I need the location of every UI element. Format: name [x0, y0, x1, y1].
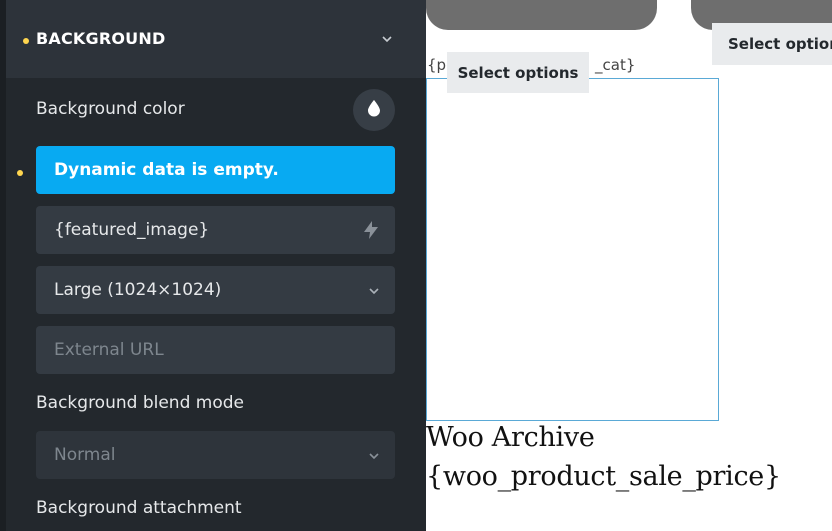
blend-mode-select[interactable]: Normal	[36, 431, 395, 479]
settings-panel: BACKGROUND Background color Dynamic data…	[0, 0, 426, 531]
image-dynamic-field[interactable]: {featured_image}	[36, 206, 395, 254]
color-picker-button[interactable]	[353, 89, 395, 131]
blend-mode-label: Background blend mode	[36, 393, 244, 413]
select-options-button[interactable]: Select options	[712, 23, 832, 65]
featured-image-placeholder[interactable]	[426, 78, 719, 421]
chevron-down-icon	[368, 450, 380, 462]
chevron-down-icon	[368, 285, 380, 297]
external-url-input[interactable]: External URL	[36, 326, 395, 374]
panel-edge	[0, 0, 6, 531]
product-card-top	[426, 0, 657, 30]
sale-price-text: {woo_product_sale_price}	[426, 461, 781, 492]
background-color-label: Background color	[36, 99, 185, 119]
archive-title: Woo Archive	[426, 422, 595, 453]
chevron-down-icon[interactable]	[381, 33, 393, 45]
image-field-value: {featured_image}	[54, 220, 210, 240]
section-modified-dot	[23, 38, 29, 44]
image-size-select[interactable]: Large (1024×1024)	[36, 266, 395, 314]
bolt-icon[interactable]	[361, 220, 381, 240]
dynamic-data-message: Dynamic data is empty.	[36, 146, 395, 194]
external-url-placeholder: External URL	[54, 340, 164, 360]
background-section-header[interactable]: BACKGROUND	[6, 0, 426, 78]
select-options-button[interactable]: Select options	[447, 52, 589, 93]
section-title: BACKGROUND	[36, 29, 166, 48]
blend-mode-value: Normal	[54, 445, 116, 465]
dynamic-modified-dot	[17, 170, 23, 176]
attachment-label: Background attachment	[36, 498, 242, 518]
droplet-icon	[366, 99, 382, 121]
image-size-value: Large (1024×1024)	[54, 280, 222, 300]
category-text-end: _cat}	[595, 56, 636, 74]
